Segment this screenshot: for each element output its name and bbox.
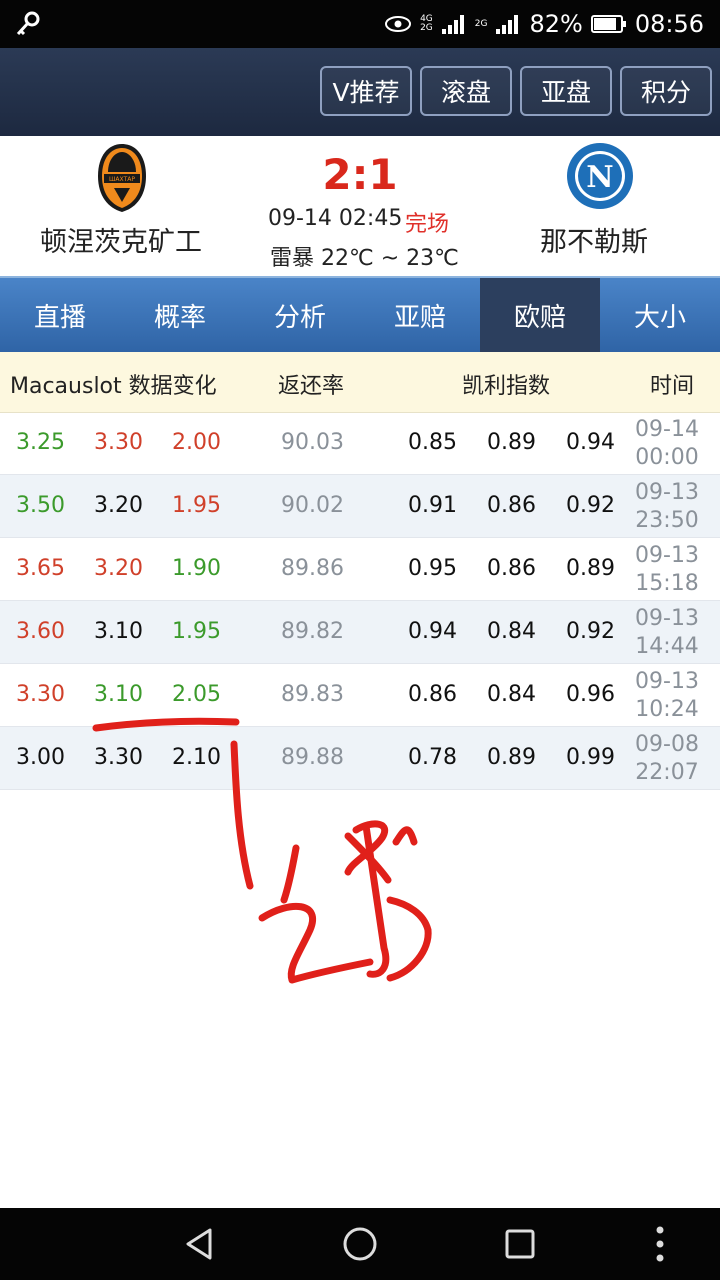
row-time: 09-13 23:50: [635, 480, 699, 533]
more-options-icon[interactable]: [640, 1224, 680, 1264]
signal2-icon: [496, 15, 519, 34]
table-row[interactable]: 3.30 3.10 2.05 89.83 0.86 0.84 0.96 09-1…: [0, 664, 720, 727]
return-rate: 90.03: [281, 430, 344, 455]
kelly-draw: 0.89: [487, 430, 536, 455]
status-bar: 4G 2G 2G 82% 08:56: [0, 0, 720, 48]
table-row[interactable]: 3.50 3.20 1.95 90.02 0.91 0.86 0.92 09-1…: [0, 475, 720, 538]
kelly-draw: 0.86: [487, 556, 536, 581]
draw-odds: 3.10: [94, 619, 143, 644]
top-nav: V推荐 滚盘 亚盘 积分: [0, 48, 720, 136]
asian-handicap-button[interactable]: 亚盘: [520, 66, 612, 116]
return-rate: 89.82: [281, 619, 344, 644]
home-odds: 3.60: [16, 619, 65, 644]
draw-odds: 3.20: [94, 493, 143, 518]
draw-odds: 3.30: [94, 430, 143, 455]
away-odds: 2.05: [172, 682, 221, 707]
return-rate: 90.02: [281, 493, 344, 518]
kelly-away: 0.96: [566, 682, 615, 707]
svg-text:ШАХТАР: ШАХТАР: [109, 176, 135, 183]
recents-icon[interactable]: [500, 1224, 540, 1264]
row-time: 09-13 10:24: [635, 669, 699, 722]
away-team-name: 那不勒斯: [540, 227, 648, 258]
tab-analysis[interactable]: 分析: [240, 278, 360, 352]
battery-percent: 82%: [529, 10, 583, 38]
back-icon[interactable]: [180, 1224, 220, 1264]
kelly-home: 0.94: [408, 619, 457, 644]
clock: 08:56: [634, 10, 704, 38]
home-icon[interactable]: [340, 1224, 380, 1264]
home-odds: 3.65: [16, 556, 65, 581]
kelly-away: 0.94: [566, 430, 615, 455]
kelly-draw: 0.84: [487, 682, 536, 707]
home-team-logo: ШАХТАР: [98, 144, 146, 212]
away-odds: 1.95: [172, 493, 221, 518]
row-time: 09-08 22:07: [635, 732, 699, 785]
draw-odds: 3.20: [94, 556, 143, 581]
kelly-away: 0.92: [566, 619, 615, 644]
kelly-home: 0.95: [408, 556, 457, 581]
kelly-draw: 0.86: [487, 493, 536, 518]
return-rate: 89.88: [281, 745, 344, 770]
header-return-rate: 返还率: [278, 374, 345, 399]
home-odds: 3.25: [16, 430, 65, 455]
tab-live[interactable]: 直播: [0, 278, 120, 352]
header-time: 时间: [650, 374, 695, 399]
away-odds: 2.10: [172, 745, 221, 770]
table-row[interactable]: 3.65 3.20 1.90 89.86 0.95 0.86 0.89 09-1…: [0, 538, 720, 601]
match-header: ШАХТАР 顿涅茨克矿工 2:1 09-14 02:45 完场 雷暴 22℃ …: [0, 136, 720, 276]
table-row[interactable]: 3.25 3.30 2.00 90.03 0.85 0.89 0.94 09-1…: [0, 412, 720, 475]
kelly-home: 0.91: [408, 493, 457, 518]
row-time: 09-14 00:00: [635, 417, 699, 470]
kelly-home: 0.85: [408, 430, 457, 455]
away-odds: 1.90: [172, 556, 221, 581]
row-time: 09-13 14:44: [635, 606, 699, 659]
home-team-name: 顿涅茨克矿工: [40, 227, 202, 258]
table-row[interactable]: 3.00 3.30 2.10 89.88 0.78 0.89 0.99 09-0…: [0, 727, 720, 790]
draw-odds: 3.30: [94, 745, 143, 770]
signal-icon: [441, 15, 464, 34]
return-rate: 89.83: [281, 682, 344, 707]
match-datetime: 09-14 02:45: [268, 206, 403, 231]
eye-icon: [385, 16, 412, 32]
battery-icon: [590, 15, 626, 33]
system-nav-bar: [0, 1208, 720, 1280]
table-row[interactable]: 3.60 3.10 1.95 89.82 0.94 0.84 0.92 09-1…: [0, 601, 720, 664]
v-recommend-button[interactable]: V推荐: [320, 66, 412, 116]
header-bookmaker: Macauslot 数据变化: [10, 374, 217, 399]
draw-odds: 3.10: [94, 682, 143, 707]
tab-asian-odds[interactable]: 亚赔: [360, 278, 480, 352]
away-odds: 1.95: [172, 619, 221, 644]
home-odds: 3.00: [16, 745, 65, 770]
match-score: 2:1: [322, 150, 398, 199]
kelly-draw: 0.84: [487, 619, 536, 644]
kelly-home: 0.86: [408, 682, 457, 707]
kelly-draw: 0.89: [487, 745, 536, 770]
weather-info: 雷暴 22℃ ~ 23℃: [270, 246, 459, 271]
network-type: 4G 2G: [420, 14, 433, 33]
header-kelly: 凯利指数: [462, 374, 551, 399]
kelly-away: 0.92: [566, 493, 615, 518]
tab-probability[interactable]: 概率: [120, 278, 240, 352]
key-icon: [16, 11, 40, 36]
away-odds: 2.00: [172, 430, 221, 455]
tab-european-odds[interactable]: 欧赔: [480, 278, 600, 352]
network2-type: 2G: [474, 19, 488, 29]
return-rate: 89.86: [281, 556, 344, 581]
live-odds-button[interactable]: 滚盘: [420, 66, 512, 116]
kelly-away: 0.89: [566, 556, 615, 581]
kelly-away: 0.99: [566, 745, 615, 770]
kelly-home: 0.78: [408, 745, 457, 770]
row-time: 09-13 15:18: [635, 543, 699, 596]
odds-table-header: Macauslot 数据变化 返还率 凯利指数 时间: [0, 352, 720, 413]
match-status: 完场: [405, 212, 450, 237]
tab-bar: 直播 概率 分析 亚赔 欧赔 大小: [0, 276, 720, 352]
tab-over-under[interactable]: 大小: [600, 278, 720, 352]
svg-text:N: N: [586, 160, 613, 195]
standings-button[interactable]: 积分: [620, 66, 712, 116]
home-odds: 3.30: [16, 682, 65, 707]
home-odds: 3.50: [16, 493, 65, 518]
away-team-logo: N: [567, 143, 633, 209]
